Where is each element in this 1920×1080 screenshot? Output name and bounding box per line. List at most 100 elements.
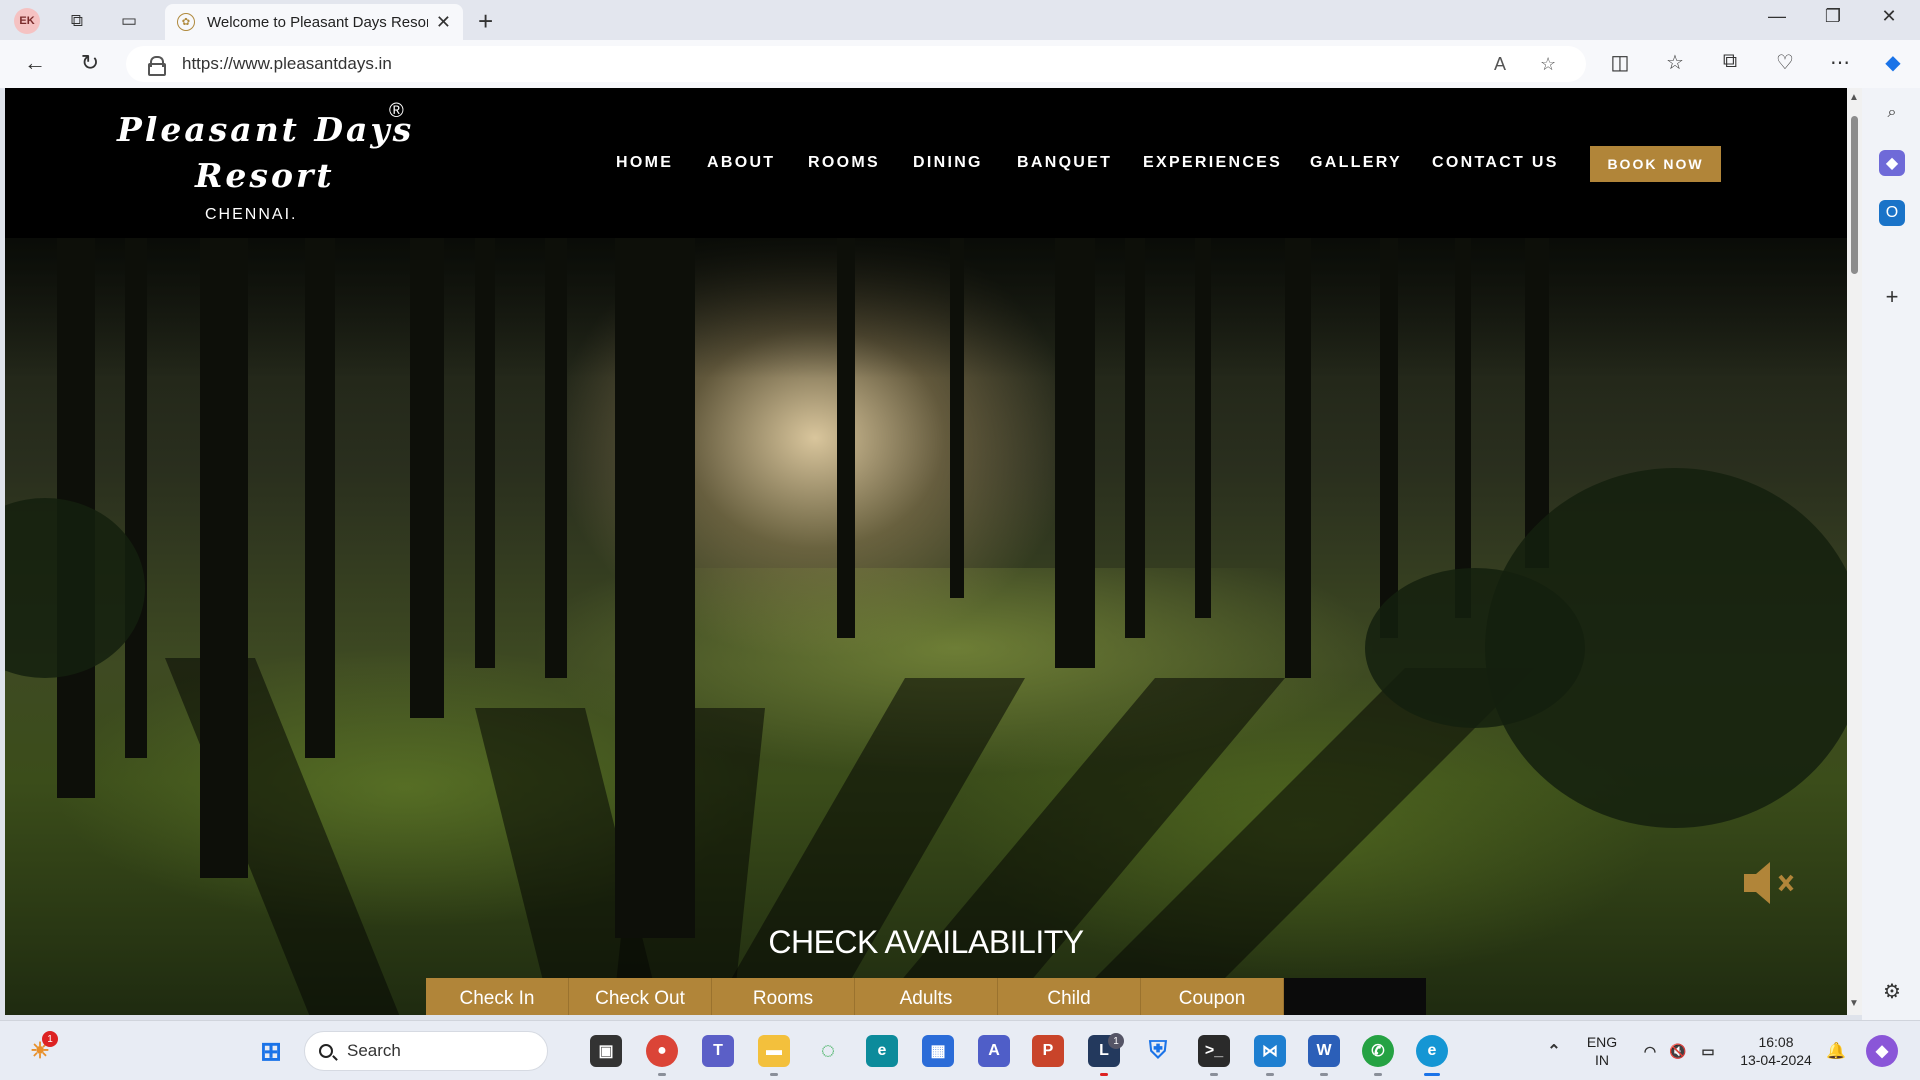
app-icon[interactable]: A (978, 1035, 1010, 1067)
running-indicator (1210, 1073, 1218, 1076)
search-icon[interactable]: ⌕ (1879, 100, 1905, 126)
workspaces-icon[interactable]: ⧉ (64, 8, 90, 34)
security-shield-icon[interactable]: ⛨ (1142, 1035, 1174, 1067)
mute-icon[interactable] (1740, 858, 1800, 908)
site-favicon-icon: ✿ (177, 13, 195, 31)
search-placeholder: Search (347, 1041, 401, 1060)
copilot-taskbar-icon[interactable]: ◆ (1866, 1035, 1898, 1067)
page-scrollbar[interactable]: ▲ ▼ (1847, 88, 1862, 1015)
store-icon[interactable]: ▦ (922, 1035, 954, 1067)
menu-item-experiences[interactable]: EXPERIENCES (1143, 154, 1282, 172)
scroll-up-icon[interactable]: ▲ (1849, 92, 1859, 103)
windows-start-icon[interactable]: ⊞ (255, 1035, 287, 1067)
favorite-star-icon[interactable]: ☆ (1540, 54, 1556, 75)
vertical-tabs-icon[interactable]: ▭ (116, 8, 142, 34)
child-field[interactable]: Child (998, 978, 1141, 1015)
new-tab-icon[interactable]: + (478, 6, 493, 37)
tree-trunk (1055, 238, 1095, 668)
split-screen-icon[interactable]: ◫ (1605, 50, 1635, 75)
logo-city: CHENNAI. (205, 206, 298, 223)
menu-item-banquet[interactable]: BANQUET (1017, 154, 1112, 172)
running-indicator (1266, 1073, 1274, 1076)
volume-muted-icon[interactable]: 🔇 (1662, 1035, 1694, 1067)
search-icon (319, 1044, 333, 1058)
lang-line1: ENG (1586, 1034, 1618, 1050)
copilot-icon[interactable]: ◆ (1878, 50, 1908, 75)
whatsapp-icon[interactable]: ✆ (1362, 1035, 1394, 1067)
word-icon[interactable]: W (1308, 1035, 1340, 1067)
collections-icon[interactable]: ⧉ (1715, 50, 1745, 73)
browser-essentials-icon[interactable]: ♡ (1770, 50, 1800, 75)
child-label: Child (1047, 988, 1091, 1009)
hero-video[interactable]: CHECK AVAILABILITY Check In Check Out Ro… (5, 238, 1847, 1015)
vscode-icon[interactable]: ⋈ (1254, 1035, 1286, 1067)
powerpoint-icon[interactable]: P (1032, 1035, 1064, 1067)
check-out-label: Check Out (595, 988, 685, 1009)
clock[interactable]: 16:08 13-04-2024 (1728, 1033, 1824, 1069)
copilot-sidebar-icon[interactable]: ◆ (1879, 150, 1905, 176)
read-aloud-icon[interactable]: A (1494, 54, 1506, 75)
address-url[interactable]: https://www.pleasantdays.in (182, 54, 392, 74)
lock-icon[interactable] (148, 56, 166, 76)
profile-avatar[interactable]: EK (14, 8, 40, 34)
web-page: Pleasant Days Resort ® CHENNAI. HOME ABO… (5, 88, 1847, 1015)
refresh-app-icon[interactable]: ◌ (812, 1035, 844, 1067)
restore-icon[interactable]: ❐ (1818, 6, 1848, 27)
menu-item-dining[interactable]: DINING (913, 154, 983, 172)
menu-item-gallery[interactable]: GALLERY (1310, 154, 1402, 172)
tree-trunk (1380, 238, 1398, 638)
tree-trunk (545, 238, 567, 678)
sidebar-settings-icon[interactable]: ⚙ (1879, 978, 1905, 1004)
tree-trunk (1125, 238, 1145, 638)
tab-close-icon[interactable]: ✕ (436, 12, 451, 33)
adults-field[interactable]: Adults (855, 978, 998, 1015)
teams-icon[interactable]: T (702, 1035, 734, 1067)
tab-title: Welcome to Pleasant Days Resor (207, 13, 428, 31)
task-view-icon[interactable]: ▣ (590, 1035, 622, 1067)
terminal-icon[interactable]: >_ (1198, 1035, 1230, 1067)
lang-line2: IN (1595, 1052, 1609, 1068)
bush (1365, 568, 1585, 728)
favorites-icon[interactable]: ☆ (1660, 50, 1690, 75)
notification-bell-icon[interactable]: 🔔 (1820, 1035, 1852, 1067)
chrome-icon[interactable]: ● (646, 1035, 678, 1067)
rooms-field[interactable]: Rooms (712, 978, 855, 1015)
refresh-icon[interactable]: ↻ (75, 50, 105, 76)
back-icon[interactable]: ← (20, 50, 50, 76)
edge-icon[interactable]: e (1416, 1035, 1448, 1067)
tree-trunk (950, 238, 964, 598)
browser-tab-active[interactable]: ✿ Welcome to Pleasant Days Resor ✕ (165, 4, 463, 40)
show-hidden-icons[interactable]: ⌃ (1538, 1035, 1570, 1067)
edge-dev-icon[interactable]: e (866, 1035, 898, 1067)
check-in-field[interactable]: Check In (426, 978, 569, 1015)
menu-item-home[interactable]: HOME (616, 154, 673, 172)
scroll-down-icon[interactable]: ▼ (1849, 998, 1859, 1009)
add-sidebar-app-icon[interactable]: + (1879, 284, 1905, 310)
scrollbar-thumb[interactable] (1851, 116, 1858, 274)
windows-taskbar: ☀ 1 ⊞ Search ▣ ● T ▬ ◌ e ▦ A P L 1 ⛨ >_ … (0, 1020, 1920, 1080)
language-indicator[interactable]: ENG IN (1582, 1033, 1622, 1069)
taskbar-search[interactable]: Search (304, 1031, 548, 1071)
book-now-button[interactable]: BOOK NOW (1590, 146, 1721, 182)
outlook-icon[interactable]: O (1879, 200, 1905, 226)
tree-trunk (615, 238, 695, 938)
rooms-label: Rooms (752, 988, 814, 1009)
check-availability-submit[interactable] (1284, 978, 1426, 1015)
running-indicator (1100, 1073, 1108, 1076)
clock-time: 16:08 (1758, 1034, 1794, 1050)
minimize-icon[interactable]: — (1762, 6, 1792, 27)
browser-toolbar: ← ↻ https://www.pleasantdays.in A ☆ ◫ ☆ … (0, 40, 1920, 88)
booking-form: Check In Check Out Rooms Adults Child Co… (426, 978, 1426, 1015)
tree-trunk (200, 238, 248, 878)
close-window-icon[interactable]: ✕ (1874, 6, 1904, 27)
coupon-field[interactable]: Coupon (1141, 978, 1284, 1015)
menu-item-about[interactable]: ABOUT (707, 154, 775, 172)
more-menu-icon[interactable]: ⋯ (1825, 50, 1855, 75)
battery-icon[interactable]: ▭ (1692, 1035, 1724, 1067)
check-out-field[interactable]: Check Out (569, 978, 712, 1015)
address-bar[interactable]: https://www.pleasantdays.in A ☆ (126, 46, 1586, 82)
menu-item-contact-us[interactable]: CONTACT US (1432, 154, 1559, 172)
menu-item-rooms[interactable]: ROOMS (808, 154, 880, 172)
tree-canopy (5, 238, 1847, 378)
file-explorer-icon[interactable]: ▬ (758, 1035, 790, 1067)
